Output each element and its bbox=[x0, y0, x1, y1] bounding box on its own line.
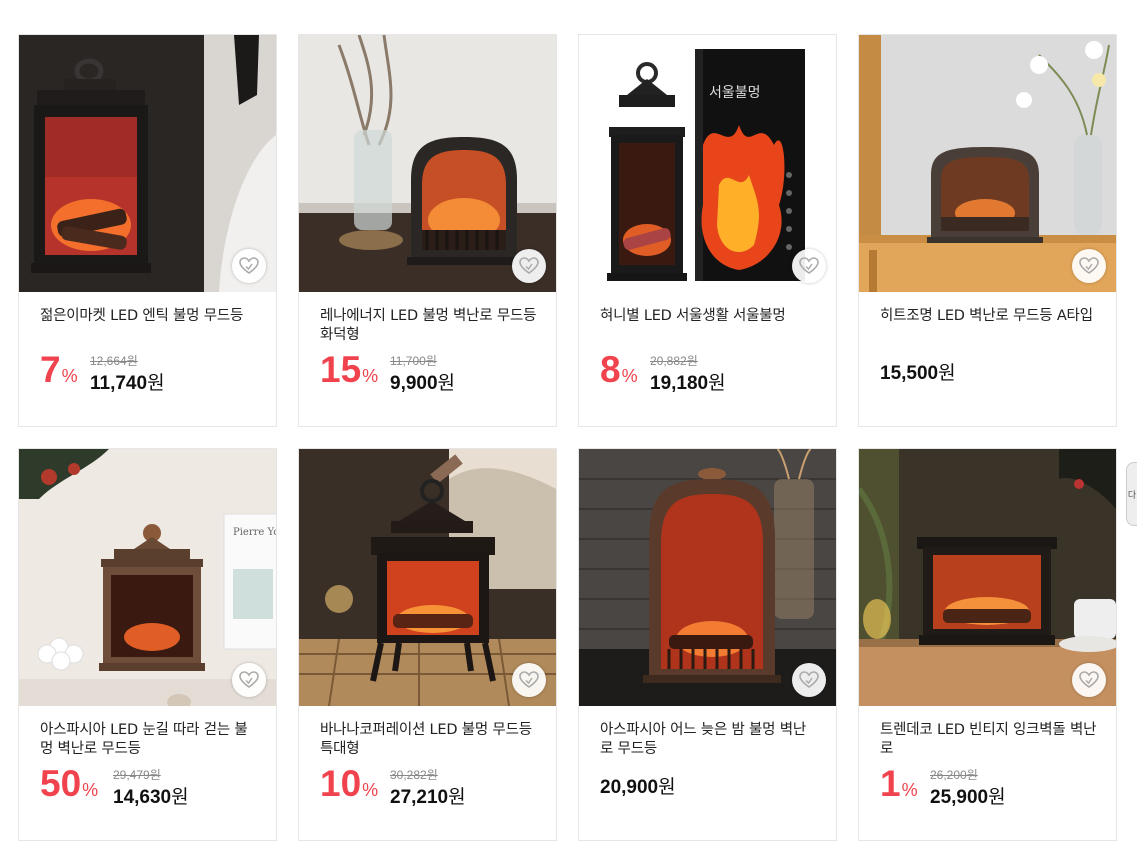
original-price: 12,664원 bbox=[90, 354, 138, 368]
box-brand-text: 서울불멍 bbox=[709, 85, 761, 101]
discount-rate: 15% bbox=[320, 350, 378, 396]
won-unit: 원 bbox=[171, 787, 189, 808]
sale-price: 15,500원 bbox=[880, 358, 956, 385]
sale-price: 27,210원 bbox=[390, 782, 466, 809]
won-unit: 원 bbox=[658, 777, 676, 798]
sale-price: 20,900원 bbox=[600, 772, 676, 799]
product-title[interactable]: 레나에너지 LED 불멍 벽난로 무드등 화덕형 bbox=[320, 307, 538, 345]
percent-sign: % bbox=[362, 366, 379, 386]
side-floating-tab[interactable]: 다 bbox=[1126, 462, 1137, 526]
product-title[interactable]: 혀니별 LED 서울생활 서울불멍 bbox=[600, 307, 818, 326]
product-card[interactable]: 아스파시아 어느 늦은 밤 불멍 벽난로 무드등 20,900원 bbox=[578, 448, 837, 841]
product-title[interactable]: 아스파시아 LED 눈길 따라 걷는 불멍 벽난로 무드등 bbox=[40, 721, 258, 759]
product-card[interactable]: 레나에너지 LED 불멍 벽난로 무드등 화덕형 15% 11,700원 9,9… bbox=[298, 34, 557, 427]
discount-rate: 7% bbox=[40, 350, 78, 396]
discount-number: 7 bbox=[40, 349, 61, 390]
sale-price-value: 19,180 bbox=[650, 373, 709, 394]
product-card[interactable]: 바나나코퍼레이션 LED 불멍 무드등 특대형 10% 30,282원 27,2… bbox=[298, 448, 557, 841]
wishlist-heart-icon[interactable] bbox=[792, 249, 826, 283]
sale-price: 25,900원 bbox=[930, 782, 1006, 809]
discount-number: 10 bbox=[320, 763, 362, 804]
won-unit: 원 bbox=[708, 373, 726, 394]
original-price: 30,282원 bbox=[390, 768, 438, 782]
sale-price: 9,900원 bbox=[390, 368, 455, 395]
wishlist-heart-icon[interactable] bbox=[232, 249, 266, 283]
discount-rate: 1% bbox=[880, 764, 918, 810]
discount-rate: 10% bbox=[320, 764, 378, 810]
sale-price: 11,740원 bbox=[90, 368, 165, 395]
won-unit: 원 bbox=[437, 373, 456, 394]
won-unit: 원 bbox=[988, 787, 1006, 808]
product-card[interactable]: 트렌데코 LED 빈티지 잉크벽돌 벽난로 1% 26,200원 25,900원 bbox=[858, 448, 1117, 841]
wishlist-heart-icon[interactable] bbox=[1072, 249, 1106, 283]
sale-price-value: 20,900 bbox=[600, 777, 659, 798]
wishlist-heart-icon[interactable] bbox=[1072, 663, 1106, 697]
product-title[interactable]: 히트조명 LED 벽난로 무드등 A타입 bbox=[880, 307, 1098, 326]
product-title[interactable]: 트렌데코 LED 빈티지 잉크벽돌 벽난로 bbox=[880, 721, 1098, 759]
wishlist-heart-icon[interactable] bbox=[792, 663, 826, 697]
percent-sign: % bbox=[362, 780, 379, 800]
wishlist-heart-icon[interactable] bbox=[232, 663, 266, 697]
won-unit: 원 bbox=[938, 363, 956, 384]
sale-price: 19,180원 bbox=[650, 368, 726, 395]
original-price: 26,200원 bbox=[930, 768, 978, 782]
sale-price-value: 25,900 bbox=[930, 787, 989, 808]
product-title[interactable]: 아스파시아 어느 늦은 밤 불멍 벽난로 무드등 bbox=[600, 721, 818, 759]
sale-price-value: 15,500 bbox=[880, 363, 939, 384]
won-unit: 원 bbox=[448, 787, 466, 808]
original-price: 11,700원 bbox=[390, 354, 437, 368]
product-card[interactable]: 젊은이마켓 LED 엔틱 불멍 무드등 7% 12,664원 11,740원 bbox=[18, 34, 277, 427]
discount-rate: 50% bbox=[40, 764, 98, 810]
sale-price-value: 11,740 bbox=[90, 373, 148, 394]
discount-number: 1 bbox=[880, 763, 901, 804]
original-price: 29,479원 bbox=[113, 768, 161, 782]
discount-number: 8 bbox=[600, 349, 621, 390]
discount-number: 15 bbox=[320, 349, 362, 390]
decor-card-text: Pierre Yo bbox=[233, 527, 276, 538]
percent-sign: % bbox=[621, 366, 638, 386]
sale-price-value: 14,630 bbox=[113, 787, 172, 808]
discount-rate: 8% bbox=[600, 350, 638, 396]
discount-number: 50 bbox=[40, 763, 82, 804]
percent-sign: % bbox=[901, 780, 918, 800]
sale-price-value: 27,210 bbox=[390, 787, 449, 808]
percent-sign: % bbox=[61, 366, 78, 386]
sale-price-value: 9,900 bbox=[390, 373, 438, 394]
won-unit: 원 bbox=[147, 373, 165, 394]
product-card[interactable]: 서울불멍 혀니별 LED 서울생활 서울불멍 8% 20,882원 19,180… bbox=[578, 34, 837, 427]
product-card[interactable]: Pierre Yo 아스파시아 LED 눈길 따라 걷는 불멍 벽난로 무드등 … bbox=[18, 448, 277, 841]
wishlist-heart-icon[interactable] bbox=[512, 249, 546, 283]
product-card[interactable]: 히트조명 LED 벽난로 무드등 A타입 15,500원 bbox=[858, 34, 1117, 427]
sale-price: 14,630원 bbox=[113, 782, 189, 809]
original-price: 20,882원 bbox=[650, 354, 698, 368]
product-title[interactable]: 바나나코퍼레이션 LED 불멍 무드등 특대형 bbox=[320, 721, 538, 759]
percent-sign: % bbox=[82, 780, 99, 800]
product-title[interactable]: 젊은이마켓 LED 엔틱 불멍 무드등 bbox=[40, 307, 258, 326]
wishlist-heart-icon[interactable] bbox=[512, 663, 546, 697]
